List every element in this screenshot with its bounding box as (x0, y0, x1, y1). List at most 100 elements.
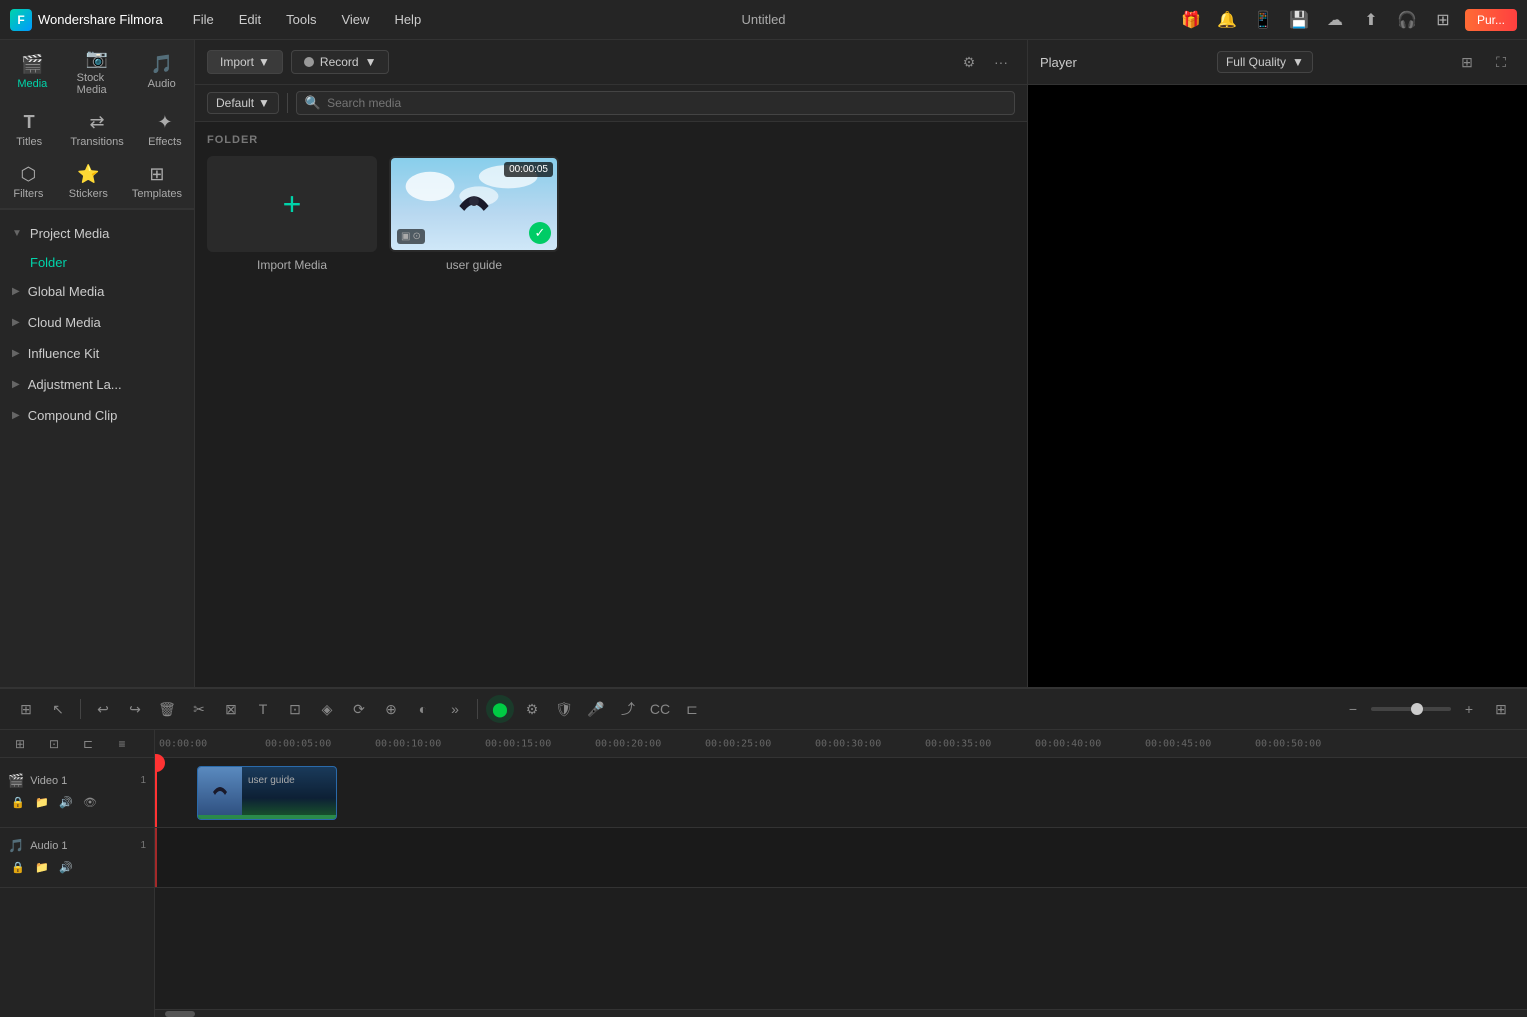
redo-icon[interactable]: ↪ (121, 695, 149, 723)
purchase-button[interactable]: Pur... (1465, 9, 1517, 31)
timeline-toolbar: ⊞ ↖ ↩ ↪ 🗑 ✂ ⊠ T ⊡ ◈ ⟳ ⊕ ◐ » ⬤ ⚙ 🛡 🎤 ⤴ CC… (0, 689, 1527, 730)
effects-icon: ✦ (157, 112, 172, 133)
toolbar-stickers[interactable]: ⭐ Stickers (57, 156, 120, 208)
clip-label: user guide (248, 775, 295, 786)
toolbar-templates[interactable]: ⊞ Templates (120, 156, 194, 208)
audio-lock-icon[interactable]: 🔒 (8, 858, 28, 878)
video-camera-icon: 🎬 (8, 773, 24, 789)
track-height-icon[interactable]: ≡ (108, 730, 136, 758)
sidebar-item-compound-clip[interactable]: ▶ Compound Clip (0, 400, 194, 431)
user-guide-item[interactable]: 00:00:05 ▣ ⊙ ✓ user guide (389, 156, 559, 272)
sidebar-sub-folder[interactable]: Folder (0, 249, 194, 276)
playhead-marker[interactable] (155, 758, 157, 827)
audio-folder-icon[interactable]: 📁 (32, 858, 52, 878)
audio-track-label: Audio 1 (30, 840, 134, 852)
crop-icon[interactable]: ⊠ (217, 695, 245, 723)
loop-icon[interactable]: ⊏ (678, 695, 706, 723)
menu-file[interactable]: File (183, 8, 224, 31)
filter-icon[interactable]: ⚙ (955, 48, 983, 76)
notification-icon[interactable]: 🔔 (1213, 6, 1241, 34)
sidebar-item-adjustment-layer[interactable]: ▶ Adjustment La... (0, 369, 194, 400)
video-clip-user-guide[interactable]: user guide (197, 766, 337, 820)
menu-edit[interactable]: Edit (229, 8, 271, 31)
settings-icon[interactable]: ⚙ (518, 695, 546, 723)
scene-icon[interactable]: ⊞ (12, 695, 40, 723)
menu-view[interactable]: View (331, 8, 379, 31)
timeline-content: 00:00:00 00:00:05:00 00:00:10:00 00:00:1… (155, 730, 1527, 1017)
cloud-icon[interactable]: ☁ (1321, 6, 1349, 34)
gift-icon[interactable]: 🎁 (1177, 6, 1205, 34)
toolbar-media[interactable]: 🎬 Media (0, 40, 65, 104)
lock-icon[interactable]: 🔒 (8, 793, 28, 813)
zoom-in-icon[interactable]: + (1455, 695, 1483, 723)
device-icon[interactable]: 📱 (1249, 6, 1277, 34)
timeline-scrollbar[interactable] (155, 1009, 1527, 1017)
player-header-icons: ⊞ ⛶ (1453, 48, 1515, 76)
active-tool-icon[interactable]: ⬤ (486, 695, 514, 723)
fullscreen-grid-icon[interactable]: ⊞ (1453, 48, 1481, 76)
shield-icon[interactable]: 🛡 (550, 695, 578, 723)
import-media-thumb[interactable]: + (207, 156, 377, 252)
export-icon[interactable]: ⤴ (614, 695, 642, 723)
window-title: Untitled (741, 12, 785, 27)
clip-mode-icon[interactable]: ⊡ (40, 730, 68, 758)
more-tools-icon[interactable]: » (441, 695, 469, 723)
toolbar-audio[interactable]: 🎵 Audio (129, 40, 194, 104)
mask-icon[interactable]: ◈ (313, 695, 341, 723)
import-button[interactable]: Import ▼ (207, 50, 283, 74)
folder-icon[interactable]: 📁 (32, 793, 52, 813)
quality-select[interactable]: Full Quality ▼ (1217, 51, 1313, 73)
templates-icon: ⊞ (149, 164, 164, 185)
add-track-icon[interactable]: ⊞ (6, 730, 34, 758)
layout-icon[interactable]: ⊞ (1429, 6, 1457, 34)
record-button[interactable]: Record ▼ (291, 50, 390, 74)
sidebar-item-cloud-media[interactable]: ▶ Cloud Media (0, 307, 194, 338)
transform-icon[interactable]: ⊡ (281, 695, 309, 723)
caption-icon[interactable]: CC (646, 695, 674, 723)
zoom-out-icon[interactable]: − (1339, 695, 1367, 723)
undo-icon[interactable]: ↩ (89, 695, 117, 723)
cut-icon[interactable]: ✂ (185, 695, 213, 723)
headphones-icon[interactable]: 🎧 (1393, 6, 1421, 34)
menu-help[interactable]: Help (384, 8, 431, 31)
search-box: 🔍 (296, 91, 1015, 115)
timeline-ruler[interactable]: 00:00:00 00:00:05:00 00:00:10:00 00:00:1… (155, 730, 1527, 758)
scrollbar-thumb[interactable] (165, 1011, 195, 1017)
player-header: Player Full Quality ▼ ⊞ ⛶ (1028, 40, 1527, 85)
sort-select[interactable]: Default ▼ (207, 92, 279, 114)
stabilize-icon[interactable]: ⊕ (377, 695, 405, 723)
zoom-slider[interactable] (1371, 695, 1451, 723)
sidebar-item-influence-kit[interactable]: ▶ Influence Kit (0, 338, 194, 369)
toolbar-stock-media[interactable]: 📷 Stock Media (65, 40, 130, 104)
grid-view-icon[interactable]: ⊞ (1487, 695, 1515, 723)
motion-track-icon[interactable]: ⟳ (345, 695, 373, 723)
volume-track-icon[interactable]: 🔊 (56, 793, 76, 813)
eye-icon[interactable]: 👁 (80, 793, 100, 813)
voice-icon[interactable]: 🎤 (582, 695, 610, 723)
expand-icon[interactable]: ⛶ (1487, 48, 1515, 76)
audio-volume-icon[interactable]: 🔊 (56, 858, 76, 878)
upload-icon[interactable]: ⬆ (1357, 6, 1385, 34)
search-input[interactable] (327, 96, 1006, 110)
delete-icon[interactable]: 🗑 (153, 695, 181, 723)
toolbar-titles[interactable]: T Titles (0, 104, 58, 156)
save-icon[interactable]: 💾 (1285, 6, 1313, 34)
toolbar-filters[interactable]: ⬡ Filters (0, 156, 57, 208)
user-guide-thumb[interactable]: 00:00:05 ▣ ⊙ ✓ (389, 156, 559, 252)
import-media-item[interactable]: + Import Media (207, 156, 377, 272)
select-tool-icon[interactable]: ↖ (44, 695, 72, 723)
ruler-mark-50: 00:00:50:00 (1255, 738, 1365, 749)
menu-tools[interactable]: Tools (276, 8, 326, 31)
sidebar-item-project-media[interactable]: ▼ Project Media (0, 218, 194, 249)
app-name: Wondershare Filmora (38, 12, 163, 27)
check-badge: ✓ (529, 222, 551, 244)
color-icon[interactable]: ◐ (409, 695, 437, 723)
toolbar-transitions[interactable]: ⇄ Transitions (58, 104, 135, 156)
sidebar-item-global-media[interactable]: ▶ Global Media (0, 276, 194, 307)
text-icon[interactable]: T (249, 695, 277, 723)
toolbar-effects[interactable]: ✦ Effects (136, 104, 194, 156)
stickers-icon: ⭐ (77, 164, 99, 185)
more-options-icon[interactable]: ··· (987, 48, 1015, 76)
track-headers: ⊞ ⊡ ⊏ ≡ 🎬 Video 1 1 🔒 (0, 730, 155, 1017)
snap-icon[interactable]: ⊏ (74, 730, 102, 758)
